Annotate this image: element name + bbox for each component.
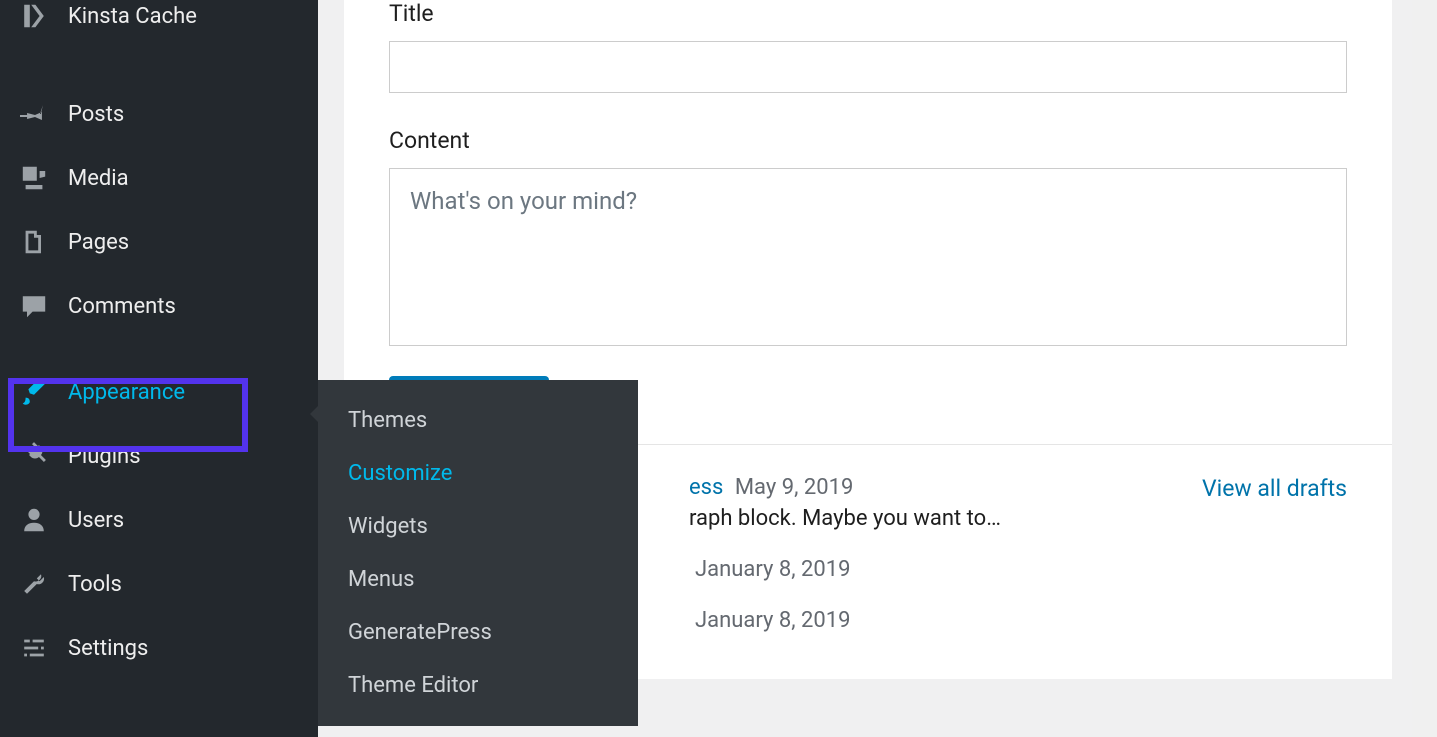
draft-date: May 9, 2019 bbox=[735, 475, 854, 500]
submenu-item-themes[interactable]: Themes bbox=[318, 394, 638, 447]
quick-draft-panel: Title Content Save Draft bbox=[344, 0, 1392, 445]
sidebar-item-kinsta-cache[interactable]: Kinsta Cache bbox=[0, 0, 318, 62]
title-label: Title bbox=[389, 0, 1347, 27]
sidebar-item-users[interactable]: Users bbox=[0, 488, 318, 552]
content-label: Content bbox=[389, 127, 1347, 154]
sidebar-item-pages[interactable]: Pages bbox=[0, 210, 318, 274]
draft-date: January 8, 2019 bbox=[695, 608, 850, 633]
sidebar-item-label: Users bbox=[68, 508, 124, 533]
sidebar-item-label: Posts bbox=[68, 102, 124, 127]
sidebar-item-label: Comments bbox=[68, 294, 176, 319]
submenu-item-theme-editor[interactable]: Theme Editor bbox=[318, 659, 638, 712]
sidebar-item-label: Settings bbox=[68, 636, 148, 661]
sidebar-item-label: Tools bbox=[68, 572, 122, 597]
draft-excerpt: raph block. Maybe you want to… bbox=[689, 506, 1347, 531]
appearance-submenu: Themes Customize Widgets Menus GenerateP… bbox=[318, 380, 638, 726]
draft-item: January 8, 2019 bbox=[689, 608, 1347, 633]
sidebar-item-settings[interactable]: Settings bbox=[0, 616, 318, 680]
sidebar-item-label: Appearance bbox=[68, 380, 185, 405]
wrench-icon bbox=[18, 568, 50, 600]
sliders-icon bbox=[18, 632, 50, 664]
submenu-item-menus[interactable]: Menus bbox=[318, 553, 638, 606]
kinsta-icon bbox=[18, 0, 50, 32]
submenu-label: Themes bbox=[348, 408, 427, 433]
user-icon bbox=[18, 504, 50, 536]
pin-icon bbox=[18, 98, 50, 130]
sidebar-item-label: Plugins bbox=[68, 444, 141, 469]
submenu-label: Theme Editor bbox=[348, 673, 478, 698]
media-icon bbox=[18, 162, 50, 194]
sidebar-item-label: Pages bbox=[68, 230, 129, 255]
submenu-label: Widgets bbox=[348, 514, 428, 539]
draft-date: January 8, 2019 bbox=[695, 557, 850, 582]
sidebar-item-comments[interactable]: Comments bbox=[0, 274, 318, 338]
sidebar-item-plugins[interactable]: Plugins bbox=[0, 424, 318, 488]
submenu-label: Menus bbox=[348, 567, 415, 592]
brush-icon bbox=[18, 376, 50, 408]
scrollbar[interactable] bbox=[1412, 0, 1437, 737]
title-input[interactable] bbox=[389, 41, 1347, 93]
submenu-item-widgets[interactable]: Widgets bbox=[318, 500, 638, 553]
sidebar-item-tools[interactable]: Tools bbox=[0, 552, 318, 616]
sidebar-item-label: Media bbox=[68, 166, 129, 191]
sidebar-item-media[interactable]: Media bbox=[0, 146, 318, 210]
sidebar-item-appearance[interactable]: Appearance bbox=[0, 360, 318, 424]
plug-icon bbox=[18, 440, 50, 472]
sidebar-item-label: Kinsta Cache bbox=[68, 4, 197, 29]
draft-title[interactable]: ess bbox=[689, 475, 723, 500]
sidebar-item-posts[interactable]: Posts bbox=[0, 82, 318, 146]
content-textarea[interactable] bbox=[389, 168, 1347, 346]
admin-sidebar: Kinsta Cache Posts Media Pages Comments … bbox=[0, 0, 318, 737]
submenu-item-generatepress[interactable]: GeneratePress bbox=[318, 606, 638, 659]
pages-icon bbox=[18, 226, 50, 258]
submenu-label: GeneratePress bbox=[348, 620, 492, 645]
draft-item: January 8, 2019 bbox=[689, 557, 1347, 582]
submenu-label: Customize bbox=[348, 461, 452, 486]
view-all-drafts-link[interactable]: View all drafts bbox=[1202, 475, 1347, 502]
submenu-item-customize[interactable]: Customize bbox=[318, 447, 638, 500]
comment-icon bbox=[18, 290, 50, 322]
